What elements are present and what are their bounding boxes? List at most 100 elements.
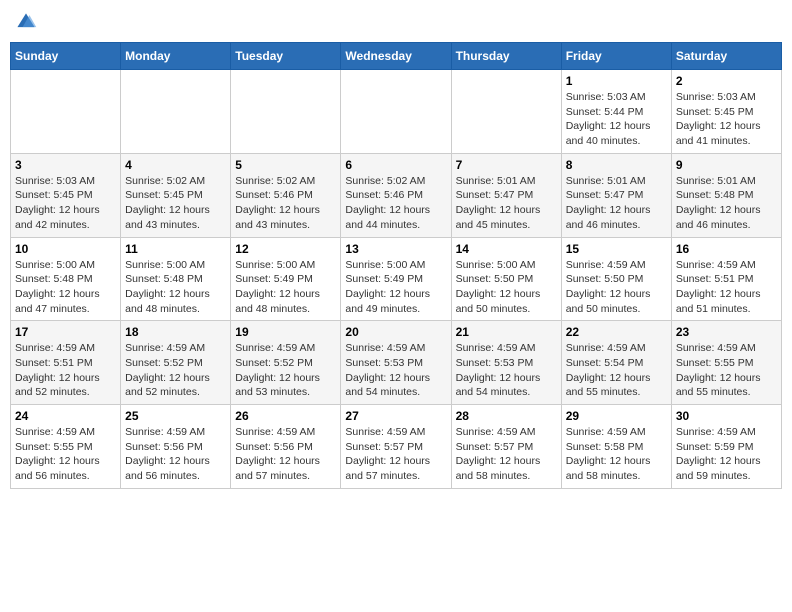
- calendar-cell: 13 Sunrise: 5:00 AMSunset: 5:49 PMDayligh…: [341, 237, 451, 321]
- calendar-header-row: SundayMondayTuesdayWednesdayThursdayFrid…: [11, 43, 782, 70]
- day-number: 27: [345, 409, 446, 423]
- day-info: Sunrise: 5:00 AMSunset: 5:49 PMDaylight:…: [345, 258, 446, 317]
- day-info: Sunrise: 4:59 AMSunset: 5:58 PMDaylight:…: [566, 425, 667, 484]
- calendar-cell: 12 Sunrise: 5:00 AMSunset: 5:49 PMDayligh…: [231, 237, 341, 321]
- day-number: 12: [235, 242, 336, 256]
- day-info: Sunrise: 4:59 AMSunset: 5:55 PMDaylight:…: [676, 341, 777, 400]
- day-info: Sunrise: 5:00 AMSunset: 5:48 PMDaylight:…: [125, 258, 226, 317]
- day-info: Sunrise: 4:59 AMSunset: 5:59 PMDaylight:…: [676, 425, 777, 484]
- calendar-cell: 2 Sunrise: 5:03 AMSunset: 5:45 PMDaylight…: [671, 70, 781, 154]
- calendar-cell: 17 Sunrise: 4:59 AMSunset: 5:51 PMDayligh…: [11, 321, 121, 405]
- day-number: 28: [456, 409, 557, 423]
- day-info: Sunrise: 4:59 AMSunset: 5:57 PMDaylight:…: [456, 425, 557, 484]
- day-header-friday: Friday: [561, 43, 671, 70]
- calendar-cell: 24 Sunrise: 4:59 AMSunset: 5:55 PMDayligh…: [11, 405, 121, 489]
- day-header-tuesday: Tuesday: [231, 43, 341, 70]
- calendar-cell: 18 Sunrise: 4:59 AMSunset: 5:52 PMDayligh…: [121, 321, 231, 405]
- day-number: 16: [676, 242, 777, 256]
- calendar-cell: 11 Sunrise: 5:00 AMSunset: 5:48 PMDayligh…: [121, 237, 231, 321]
- calendar-cell: [341, 70, 451, 154]
- day-info: Sunrise: 4:59 AMSunset: 5:51 PMDaylight:…: [15, 341, 116, 400]
- calendar-cell: 15 Sunrise: 4:59 AMSunset: 5:50 PMDayligh…: [561, 237, 671, 321]
- day-number: 5: [235, 158, 336, 172]
- day-info: Sunrise: 4:59 AMSunset: 5:53 PMDaylight:…: [345, 341, 446, 400]
- day-info: Sunrise: 4:59 AMSunset: 5:51 PMDaylight:…: [676, 258, 777, 317]
- calendar-table: SundayMondayTuesdayWednesdayThursdayFrid…: [10, 42, 782, 489]
- day-info: Sunrise: 5:00 AMSunset: 5:48 PMDaylight:…: [15, 258, 116, 317]
- day-number: 29: [566, 409, 667, 423]
- day-number: 17: [15, 325, 116, 339]
- day-number: 2: [676, 74, 777, 88]
- calendar-week-4: 17 Sunrise: 4:59 AMSunset: 5:51 PMDayligh…: [11, 321, 782, 405]
- day-number: 26: [235, 409, 336, 423]
- calendar-cell: 29 Sunrise: 4:59 AMSunset: 5:58 PMDayligh…: [561, 405, 671, 489]
- day-number: 30: [676, 409, 777, 423]
- calendar-cell: [451, 70, 561, 154]
- day-header-wednesday: Wednesday: [341, 43, 451, 70]
- day-number: 21: [456, 325, 557, 339]
- day-number: 25: [125, 409, 226, 423]
- day-info: Sunrise: 4:59 AMSunset: 5:52 PMDaylight:…: [235, 341, 336, 400]
- day-info: Sunrise: 5:01 AMSunset: 5:47 PMDaylight:…: [456, 174, 557, 233]
- calendar-week-1: 1Sunrise: 5:03 AMSunset: 5:44 PMDaylight…: [11, 70, 782, 154]
- calendar-cell: 19 Sunrise: 4:59 AMSunset: 5:52 PMDayligh…: [231, 321, 341, 405]
- calendar-cell: 28 Sunrise: 4:59 AMSunset: 5:57 PMDayligh…: [451, 405, 561, 489]
- calendar-cell: 21 Sunrise: 4:59 AMSunset: 5:53 PMDayligh…: [451, 321, 561, 405]
- day-info: Sunrise: 5:03 AMSunset: 5:45 PMDaylight:…: [15, 174, 116, 233]
- day-header-sunday: Sunday: [11, 43, 121, 70]
- calendar-cell: 27 Sunrise: 4:59 AMSunset: 5:57 PMDayligh…: [341, 405, 451, 489]
- calendar-cell: 26 Sunrise: 4:59 AMSunset: 5:56 PMDayligh…: [231, 405, 341, 489]
- calendar-week-5: 24 Sunrise: 4:59 AMSunset: 5:55 PMDayligh…: [11, 405, 782, 489]
- calendar-cell: 30 Sunrise: 4:59 AMSunset: 5:59 PMDayligh…: [671, 405, 781, 489]
- calendar-cell: [231, 70, 341, 154]
- day-info: Sunrise: 5:03 AMSunset: 5:45 PMDaylight:…: [676, 90, 777, 149]
- day-number: 18: [125, 325, 226, 339]
- day-info: Sunrise: 4:59 AMSunset: 5:50 PMDaylight:…: [566, 258, 667, 317]
- day-number: 8: [566, 158, 667, 172]
- day-info: Sunrise: 4:59 AMSunset: 5:55 PMDaylight:…: [15, 425, 116, 484]
- calendar-cell: [121, 70, 231, 154]
- day-info: Sunrise: 5:00 AMSunset: 5:49 PMDaylight:…: [235, 258, 336, 317]
- calendar-cell: 1Sunrise: 5:03 AMSunset: 5:44 PMDaylight…: [561, 70, 671, 154]
- day-number: 20: [345, 325, 446, 339]
- page-header: [10, 10, 782, 34]
- day-number: 24: [15, 409, 116, 423]
- day-header-thursday: Thursday: [451, 43, 561, 70]
- day-number: 13: [345, 242, 446, 256]
- day-info: Sunrise: 4:59 AMSunset: 5:56 PMDaylight:…: [235, 425, 336, 484]
- calendar-cell: 8 Sunrise: 5:01 AMSunset: 5:47 PMDaylight…: [561, 153, 671, 237]
- day-number: 6: [345, 158, 446, 172]
- calendar-cell: 20 Sunrise: 4:59 AMSunset: 5:53 PMDayligh…: [341, 321, 451, 405]
- calendar-cell: 16 Sunrise: 4:59 AMSunset: 5:51 PMDayligh…: [671, 237, 781, 321]
- day-number: 11: [125, 242, 226, 256]
- calendar-cell: 14 Sunrise: 5:00 AMSunset: 5:50 PMDayligh…: [451, 237, 561, 321]
- calendar-cell: 22 Sunrise: 4:59 AMSunset: 5:54 PMDayligh…: [561, 321, 671, 405]
- calendar-cell: 3Sunrise: 5:03 AMSunset: 5:45 PMDaylight…: [11, 153, 121, 237]
- day-number: 22: [566, 325, 667, 339]
- logo: [14, 10, 42, 34]
- calendar-week-3: 10 Sunrise: 5:00 AMSunset: 5:48 PMDayligh…: [11, 237, 782, 321]
- day-info: Sunrise: 4:59 AMSunset: 5:53 PMDaylight:…: [456, 341, 557, 400]
- day-info: Sunrise: 5:02 AMSunset: 5:46 PMDaylight:…: [235, 174, 336, 233]
- calendar-cell: 7Sunrise: 5:01 AMSunset: 5:47 PMDaylight…: [451, 153, 561, 237]
- day-number: 19: [235, 325, 336, 339]
- calendar-cell: 23 Sunrise: 4:59 AMSunset: 5:55 PMDayligh…: [671, 321, 781, 405]
- day-number: 1: [566, 74, 667, 88]
- calendar-cell: 4Sunrise: 5:02 AMSunset: 5:45 PMDaylight…: [121, 153, 231, 237]
- day-number: 23: [676, 325, 777, 339]
- day-number: 15: [566, 242, 667, 256]
- day-number: 9: [676, 158, 777, 172]
- calendar-cell: 6Sunrise: 5:02 AMSunset: 5:46 PMDaylight…: [341, 153, 451, 237]
- day-number: 10: [15, 242, 116, 256]
- day-info: Sunrise: 5:00 AMSunset: 5:50 PMDaylight:…: [456, 258, 557, 317]
- day-info: Sunrise: 4:59 AMSunset: 5:54 PMDaylight:…: [566, 341, 667, 400]
- day-info: Sunrise: 5:01 AMSunset: 5:48 PMDaylight:…: [676, 174, 777, 233]
- calendar-week-2: 3Sunrise: 5:03 AMSunset: 5:45 PMDaylight…: [11, 153, 782, 237]
- calendar-cell: 10 Sunrise: 5:00 AMSunset: 5:48 PMDayligh…: [11, 237, 121, 321]
- day-info: Sunrise: 5:02 AMSunset: 5:45 PMDaylight:…: [125, 174, 226, 233]
- day-number: 14: [456, 242, 557, 256]
- day-info: Sunrise: 4:59 AMSunset: 5:57 PMDaylight:…: [345, 425, 446, 484]
- day-info: Sunrise: 4:59 AMSunset: 5:52 PMDaylight:…: [125, 341, 226, 400]
- calendar-cell: [11, 70, 121, 154]
- day-info: Sunrise: 5:01 AMSunset: 5:47 PMDaylight:…: [566, 174, 667, 233]
